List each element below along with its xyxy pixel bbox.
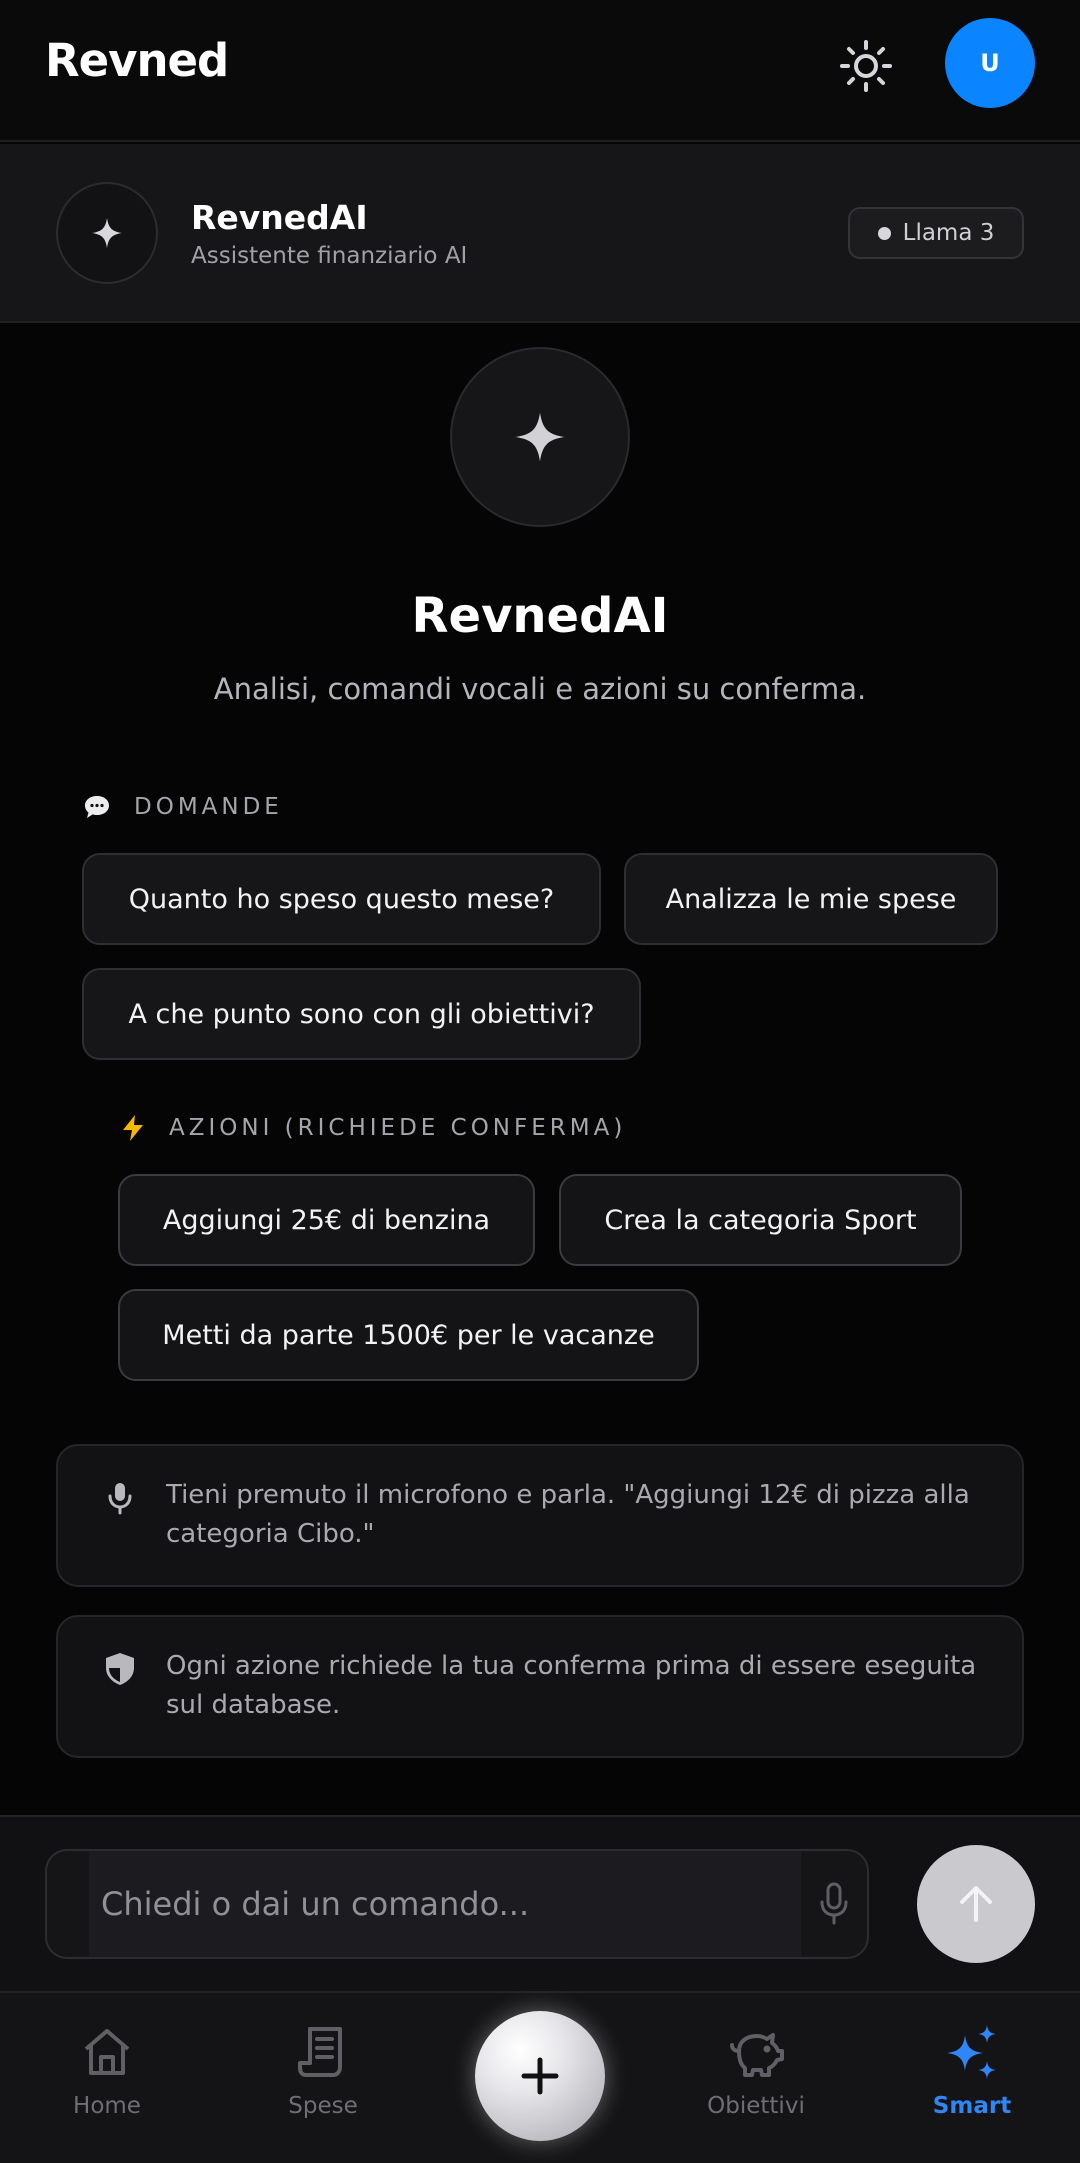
hero-avatar [450, 347, 630, 527]
question-chip[interactable]: Quanto ho speso questo mese? [82, 853, 601, 945]
receipt-icon [298, 2027, 342, 2077]
add-button[interactable] [475, 2011, 605, 2141]
assistant-name: RevnedAI [191, 198, 368, 237]
speech-bubble-icon [85, 796, 109, 818]
question-chip[interactable]: Analizza le mie spese [624, 853, 998, 945]
composer-bar [0, 1815, 1080, 1991]
voice-tip-card: Tieni premuto il microfono e parla. "Agg… [56, 1444, 1024, 1587]
nav-item-spese[interactable]: Spese [243, 2023, 403, 2143]
nav-label-spese: Spese [288, 2093, 358, 2119]
nav-item-smart[interactable]: Smart [892, 2023, 1052, 2143]
plus-icon [521, 2057, 559, 2095]
theme-toggle-button[interactable] [836, 36, 896, 96]
bottom-navigation: Home Spese Obiettivi Smart [0, 1991, 1080, 2163]
composer-input-wrapper [45, 1849, 869, 1959]
user-avatar[interactable]: U [945, 18, 1035, 108]
action-chip[interactable]: Crea la categoria Sport [559, 1174, 962, 1266]
home-icon [84, 2029, 130, 2075]
lightning-icon [123, 1115, 143, 1141]
questions-section-header: DOMANDE [84, 794, 283, 820]
nav-item-home[interactable]: Home [27, 2023, 187, 2143]
status-dot-icon [877, 226, 891, 240]
shield-icon [106, 1653, 134, 1685]
assistant-avatar [56, 182, 158, 284]
arrow-up-icon [960, 1886, 992, 1922]
confirmation-tip-card: Ogni azione richiede la tua conferma pri… [56, 1615, 1024, 1758]
action-chip[interactable]: Metti da parte 1500€ per le vacanze [118, 1289, 699, 1381]
piggy-bank-icon [730, 2033, 784, 2077]
microphone-icon [108, 1483, 132, 1515]
actions-section-header: AZIONI (RICHIEDE CONFERMA) [121, 1114, 626, 1142]
chat-input[interactable] [89, 1851, 801, 1957]
action-chip[interactable]: Aggiungi 25€ di benzina [118, 1174, 535, 1266]
nav-label-smart: Smart [932, 2093, 1012, 2119]
nav-label-home: Home [73, 2093, 141, 2119]
actions-label: AZIONI (RICHIEDE CONFERMA) [169, 1115, 627, 1141]
confirmation-tip-text: Ogni azione richiede la tua conferma pri… [166, 1651, 977, 1720]
send-button[interactable] [917, 1845, 1035, 1963]
model-selector-badge[interactable]: Llama 3 [848, 207, 1024, 259]
sparkles-icon [947, 2025, 996, 2079]
assistant-header: RevnedAI Assistente finanziario AI Llama… [0, 144, 1080, 323]
sparkle-icon [92, 218, 122, 248]
assistant-subtitle: Assistente finanziario AI [191, 243, 468, 269]
question-chip[interactable]: A che punto sono con gli obiettivi? [82, 968, 641, 1060]
top-bar: Revned U [0, 0, 1080, 142]
app-brand[interactable]: Revned [45, 34, 229, 87]
sun-icon [840, 40, 892, 92]
voice-tip-text: Tieni premuto il microfono e parla. "Agg… [166, 1480, 970, 1549]
nav-item-obiettivi[interactable]: Obiettivi [676, 2023, 836, 2143]
nav-label-obiettivi: Obiettivi [707, 2093, 805, 2119]
sparkle-icon [515, 412, 565, 462]
hero-subtitle: Analisi, comandi vocali e azioni su conf… [213, 672, 867, 706]
model-name: Llama 3 [902, 220, 995, 246]
mic-button[interactable] [809, 1879, 859, 1929]
microphone-icon [820, 1882, 848, 1925]
questions-label: DOMANDE [134, 794, 283, 820]
hero-title: RevnedAI [411, 588, 669, 644]
